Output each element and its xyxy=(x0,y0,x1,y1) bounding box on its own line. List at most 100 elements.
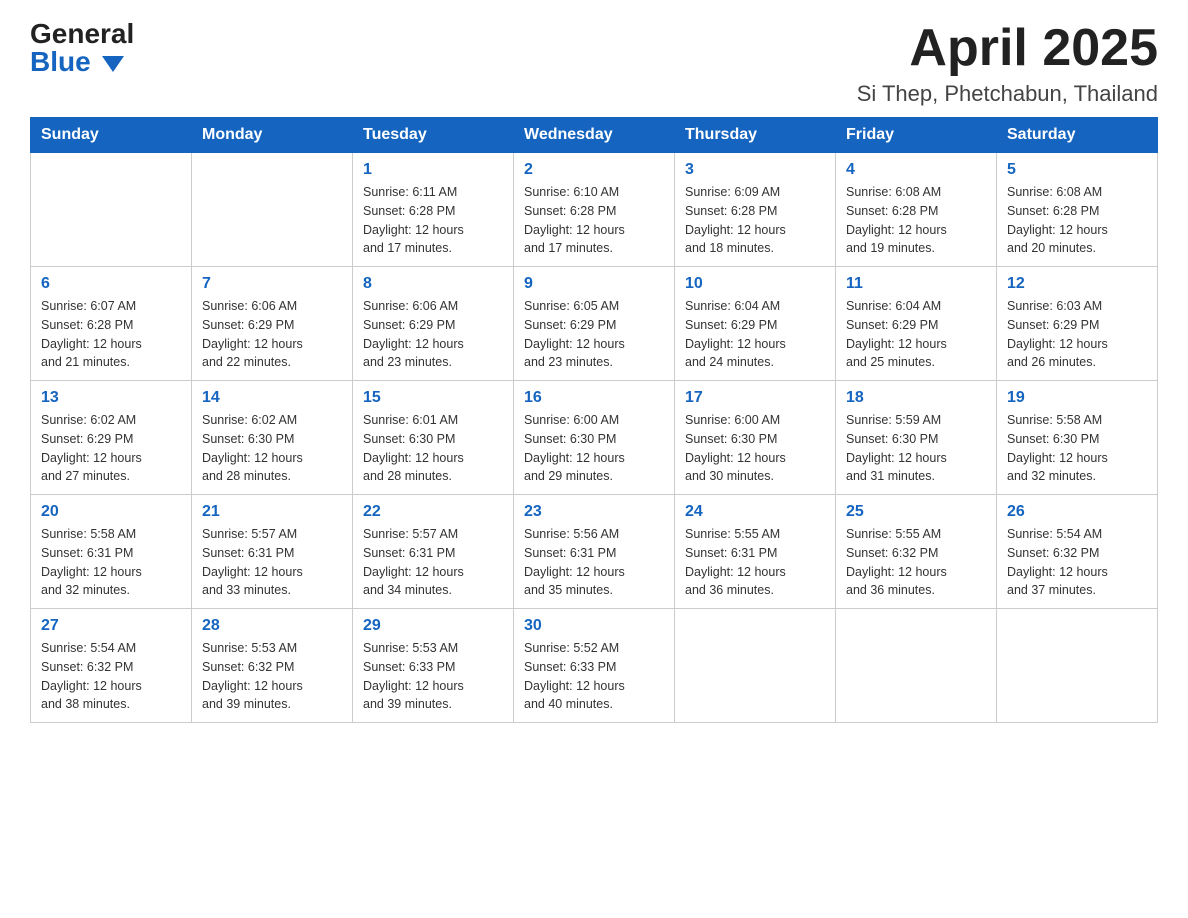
table-row xyxy=(836,609,997,723)
day-number: 11 xyxy=(846,275,986,293)
table-row: 6Sunrise: 6:07 AMSunset: 6:28 PMDaylight… xyxy=(31,267,192,381)
day-info: Sunrise: 5:54 AMSunset: 6:32 PMDaylight:… xyxy=(41,639,181,714)
day-info: Sunrise: 6:00 AMSunset: 6:30 PMDaylight:… xyxy=(524,411,664,486)
calendar-week-row: 27 Sunrise: 5:54 AMSunset: 6:32 PMDayligh… xyxy=(31,609,1158,723)
table-row: 20 Sunrise: 5:58 AMSunset: 6:31 PMDayligh… xyxy=(31,495,192,609)
day-info: Sunrise: 5:59 AMSunset: 6:30 PMDaylight:… xyxy=(846,411,986,486)
table-row: 19 Sunrise: 5:58 AMSunset: 6:30 PMDayligh… xyxy=(997,381,1158,495)
day-number: 14 xyxy=(202,389,342,407)
header-saturday: Saturday xyxy=(997,118,1158,153)
logo: General Blue xyxy=(30,20,134,76)
table-row: 5Sunrise: 6:08 AMSunset: 6:28 PMDaylight… xyxy=(997,153,1158,267)
table-row: 12 Sunrise: 6:03 AMSunset: 6:29 PMDayligh… xyxy=(997,267,1158,381)
table-row: 9 Sunrise: 6:05 AMSunset: 6:29 PMDaylight… xyxy=(514,267,675,381)
day-info: Sunrise: 6:09 AMSunset: 6:28 PMDaylight:… xyxy=(685,183,825,258)
month-year-title: April 2025 xyxy=(857,20,1158,77)
day-info: Sunrise: 6:05 AMSunset: 6:29 PMDaylight:… xyxy=(524,297,664,372)
table-row: 16 Sunrise: 6:00 AMSunset: 6:30 PMDayligh… xyxy=(514,381,675,495)
day-info: Sunrise: 6:08 AMSunset: 6:28 PMDaylight:… xyxy=(846,183,986,258)
day-info: Sunrise: 5:53 AMSunset: 6:33 PMDaylight:… xyxy=(363,639,503,714)
day-number: 25 xyxy=(846,503,986,521)
day-number: 19 xyxy=(1007,389,1147,407)
logo-general-text: General xyxy=(30,20,134,48)
day-number: 26 xyxy=(1007,503,1147,521)
table-row: 13Sunrise: 6:02 AMSunset: 6:29 PMDayligh… xyxy=(31,381,192,495)
day-info: Sunrise: 6:06 AMSunset: 6:29 PMDaylight:… xyxy=(202,297,342,372)
day-info: Sunrise: 5:55 AMSunset: 6:32 PMDaylight:… xyxy=(846,525,986,600)
table-row xyxy=(997,609,1158,723)
header-tuesday: Tuesday xyxy=(353,118,514,153)
day-info: Sunrise: 6:00 AMSunset: 6:30 PMDaylight:… xyxy=(685,411,825,486)
header-sunday: Sunday xyxy=(31,118,192,153)
table-row: 4 Sunrise: 6:08 AMSunset: 6:28 PMDaylight… xyxy=(836,153,997,267)
table-row: 23 Sunrise: 5:56 AMSunset: 6:31 PMDayligh… xyxy=(514,495,675,609)
table-row: 15Sunrise: 6:01 AMSunset: 6:30 PMDayligh… xyxy=(353,381,514,495)
day-number: 7 xyxy=(202,275,342,293)
logo-blue-text: Blue xyxy=(30,48,134,76)
day-number: 1 xyxy=(363,161,503,179)
day-number: 28 xyxy=(202,617,342,635)
day-number: 16 xyxy=(524,389,664,407)
table-row: 3 Sunrise: 6:09 AMSunset: 6:28 PMDaylight… xyxy=(675,153,836,267)
table-row: 7 Sunrise: 6:06 AMSunset: 6:29 PMDaylight… xyxy=(192,267,353,381)
day-info: Sunrise: 5:58 AMSunset: 6:31 PMDaylight:… xyxy=(41,525,181,600)
day-number: 30 xyxy=(524,617,664,635)
page-header: General Blue April 2025 Si Thep, Phetcha… xyxy=(30,20,1158,107)
table-row: 1 Sunrise: 6:11 AMSunset: 6:28 PMDaylight… xyxy=(353,153,514,267)
header-friday: Friday xyxy=(836,118,997,153)
table-row: 11Sunrise: 6:04 AMSunset: 6:29 PMDayligh… xyxy=(836,267,997,381)
calendar-week-row: 13Sunrise: 6:02 AMSunset: 6:29 PMDayligh… xyxy=(31,381,1158,495)
day-info: Sunrise: 5:53 AMSunset: 6:32 PMDaylight:… xyxy=(202,639,342,714)
table-row: 30 Sunrise: 5:52 AMSunset: 6:33 PMDayligh… xyxy=(514,609,675,723)
day-number: 3 xyxy=(685,161,825,179)
day-number: 21 xyxy=(202,503,342,521)
header-wednesday: Wednesday xyxy=(514,118,675,153)
day-number: 4 xyxy=(846,161,986,179)
table-row: 26 Sunrise: 5:54 AMSunset: 6:32 PMDayligh… xyxy=(997,495,1158,609)
table-row: 14Sunrise: 6:02 AMSunset: 6:30 PMDayligh… xyxy=(192,381,353,495)
day-number: 17 xyxy=(685,389,825,407)
table-row: 28 Sunrise: 5:53 AMSunset: 6:32 PMDayligh… xyxy=(192,609,353,723)
day-number: 24 xyxy=(685,503,825,521)
header-thursday: Thursday xyxy=(675,118,836,153)
title-block: April 2025 Si Thep, Phetchabun, Thailand xyxy=(857,20,1158,107)
day-number: 9 xyxy=(524,275,664,293)
table-row: 2 Sunrise: 6:10 AMSunset: 6:28 PMDaylight… xyxy=(514,153,675,267)
day-info: Sunrise: 5:57 AMSunset: 6:31 PMDaylight:… xyxy=(202,525,342,600)
calendar-week-row: 1 Sunrise: 6:11 AMSunset: 6:28 PMDaylight… xyxy=(31,153,1158,267)
day-number: 20 xyxy=(41,503,181,521)
day-number: 2 xyxy=(524,161,664,179)
day-info: Sunrise: 6:11 AMSunset: 6:28 PMDaylight:… xyxy=(363,183,503,258)
table-row: 22Sunrise: 5:57 AMSunset: 6:31 PMDayligh… xyxy=(353,495,514,609)
location-subtitle: Si Thep, Phetchabun, Thailand xyxy=(857,81,1158,107)
calendar-table: Sunday Monday Tuesday Wednesday Thursday… xyxy=(30,117,1158,723)
day-number: 27 xyxy=(41,617,181,635)
day-info: Sunrise: 5:52 AMSunset: 6:33 PMDaylight:… xyxy=(524,639,664,714)
day-number: 29 xyxy=(363,617,503,635)
table-row: 24 Sunrise: 5:55 AMSunset: 6:31 PMDayligh… xyxy=(675,495,836,609)
header-monday: Monday xyxy=(192,118,353,153)
day-number: 8 xyxy=(363,275,503,293)
day-info: Sunrise: 6:10 AMSunset: 6:28 PMDaylight:… xyxy=(524,183,664,258)
table-row: 17 Sunrise: 6:00 AMSunset: 6:30 PMDayligh… xyxy=(675,381,836,495)
calendar-week-row: 6Sunrise: 6:07 AMSunset: 6:28 PMDaylight… xyxy=(31,267,1158,381)
day-info: Sunrise: 6:06 AMSunset: 6:29 PMDaylight:… xyxy=(363,297,503,372)
day-number: 6 xyxy=(41,275,181,293)
table-row: 10Sunrise: 6:04 AMSunset: 6:29 PMDayligh… xyxy=(675,267,836,381)
day-number: 18 xyxy=(846,389,986,407)
day-number: 23 xyxy=(524,503,664,521)
day-info: Sunrise: 6:04 AMSunset: 6:29 PMDaylight:… xyxy=(685,297,825,372)
day-number: 13 xyxy=(41,389,181,407)
day-info: Sunrise: 5:56 AMSunset: 6:31 PMDaylight:… xyxy=(524,525,664,600)
table-row: 8 Sunrise: 6:06 AMSunset: 6:29 PMDaylight… xyxy=(353,267,514,381)
day-info: Sunrise: 6:08 AMSunset: 6:28 PMDaylight:… xyxy=(1007,183,1147,258)
day-number: 12 xyxy=(1007,275,1147,293)
day-info: Sunrise: 5:54 AMSunset: 6:32 PMDaylight:… xyxy=(1007,525,1147,600)
logo-triangle-icon xyxy=(102,56,124,72)
table-row: 27 Sunrise: 5:54 AMSunset: 6:32 PMDayligh… xyxy=(31,609,192,723)
day-info: Sunrise: 6:03 AMSunset: 6:29 PMDaylight:… xyxy=(1007,297,1147,372)
table-row xyxy=(675,609,836,723)
calendar-header-row: Sunday Monday Tuesday Wednesday Thursday… xyxy=(31,118,1158,153)
day-info: Sunrise: 5:58 AMSunset: 6:30 PMDaylight:… xyxy=(1007,411,1147,486)
day-info: Sunrise: 5:55 AMSunset: 6:31 PMDaylight:… xyxy=(685,525,825,600)
